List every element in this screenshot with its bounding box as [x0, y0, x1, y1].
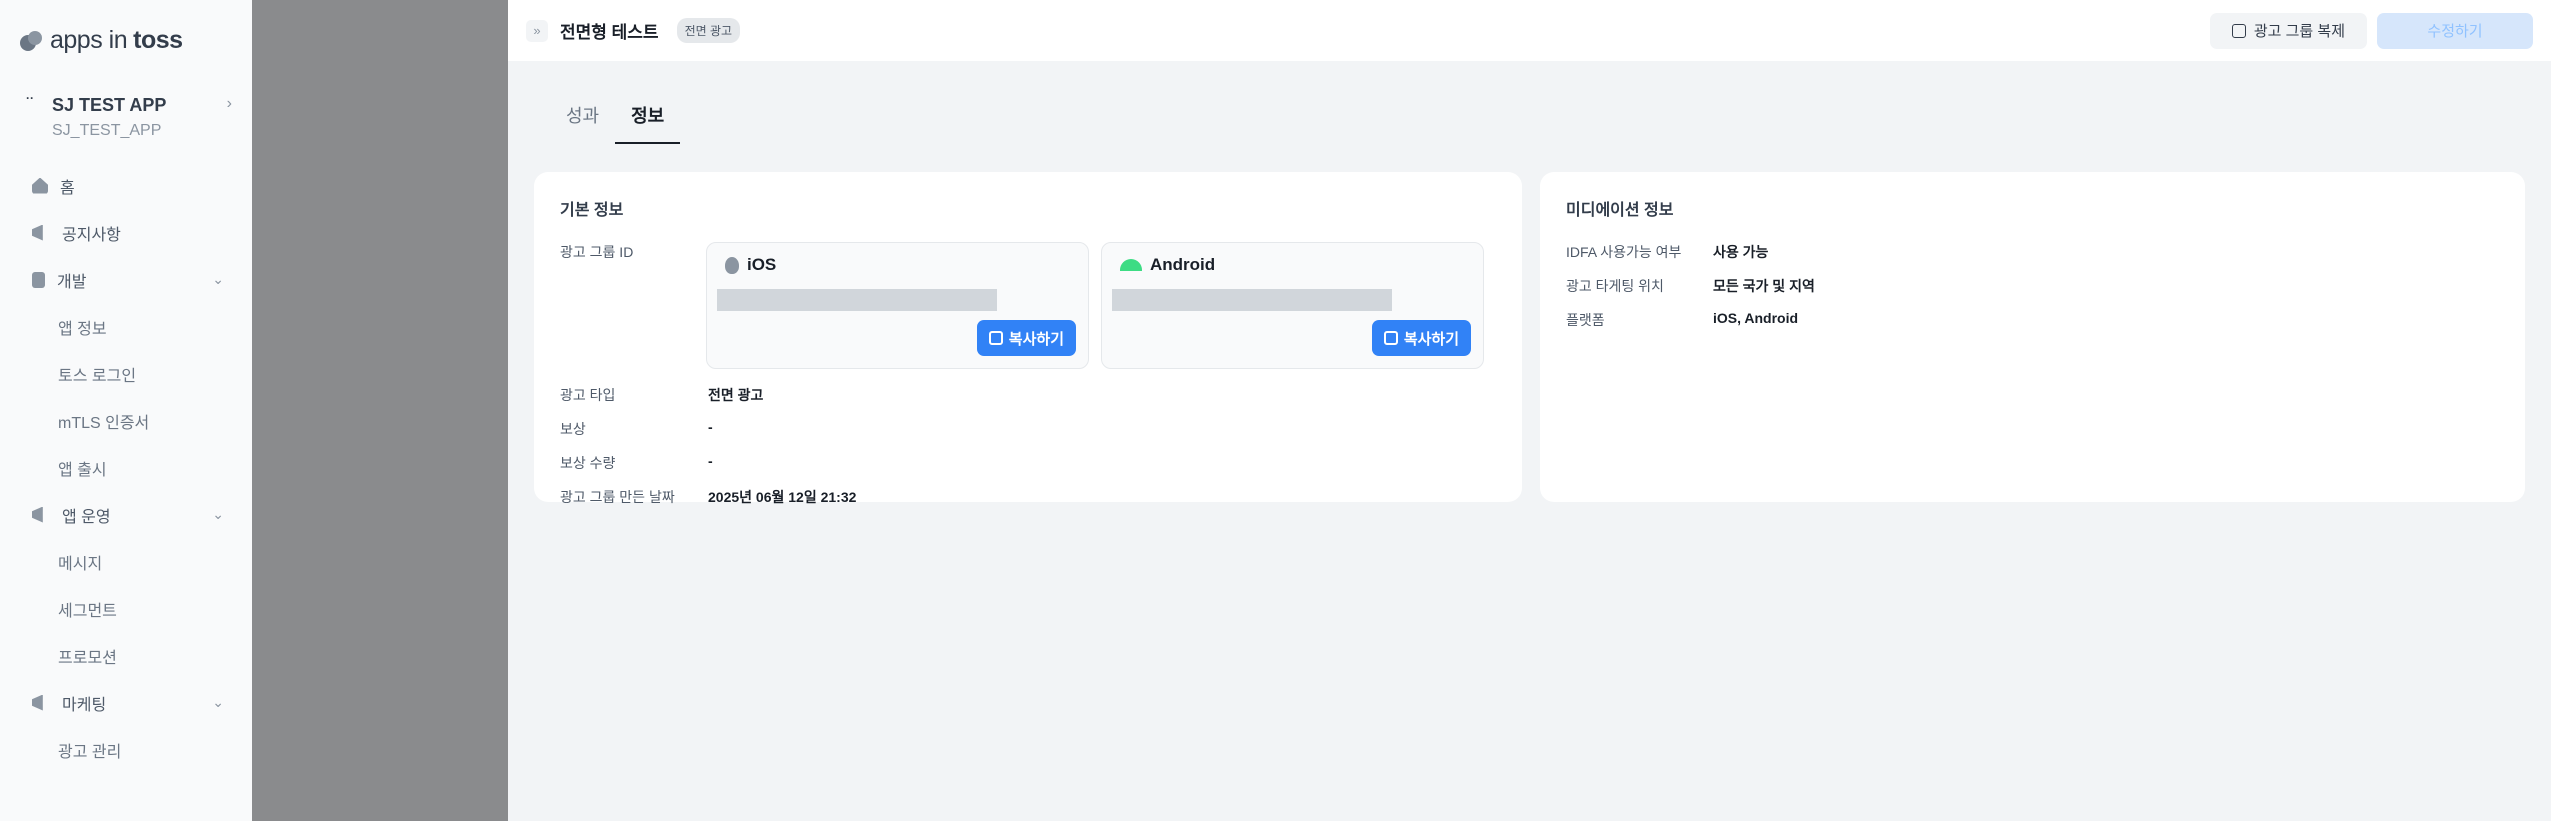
- logo-text-light: apps in: [50, 26, 128, 54]
- duplicate-ad-group-button[interactable]: 광고 그룹 복제: [2209, 12, 2367, 49]
- chevron-right-icon: ›: [226, 95, 232, 112]
- sidebar-item-label: 마케팅: [62, 696, 107, 714]
- sidebar-item-label: 공지사항: [62, 226, 121, 244]
- info-value: iOS, Android: [1713, 310, 1799, 326]
- info-key: 광고 타입: [560, 387, 616, 403]
- tab-performance[interactable]: 성과: [550, 92, 615, 144]
- tab-info[interactable]: 정보: [615, 92, 681, 144]
- platform-name: iOS: [746, 255, 777, 274]
- duplicate-ad-group-label: 광고 그룹 복제: [2253, 23, 2345, 40]
- info-row: 보상 수량 -: [560, 453, 1496, 473]
- info-key: 보상 수량: [560, 455, 616, 471]
- info-value: 사용 가능: [1713, 244, 1769, 260]
- apple-icon: [724, 256, 739, 274]
- megaphone-icon: [32, 224, 43, 241]
- info-row: 플랫폼 iOS, Android: [1566, 310, 2499, 330]
- sidebar-item-segment[interactable]: 세그먼트: [20, 585, 232, 632]
- logo[interactable]: apps in toss: [20, 26, 232, 55]
- copy-icon: [988, 331, 1003, 345]
- sidebar-item-mtls[interactable]: mTLS 인증서: [20, 397, 232, 444]
- masked-id-value: [1112, 289, 1392, 311]
- copy-icon: [1383, 331, 1398, 345]
- mediation-info-card: 미디에이션 정보 IDFA 사용가능 여부 사용 가능 광고 타게팅 위치 모든…: [1540, 172, 2525, 502]
- copy-icon: [2231, 23, 2246, 38]
- sidebar-item-message[interactable]: 메시지: [20, 538, 232, 585]
- sidebar-item-label: 홈: [60, 179, 75, 197]
- sidebar-item-toss-login[interactable]: 토스 로그인: [20, 350, 232, 397]
- info-key: 광고 그룹 만든 날짜: [560, 489, 675, 505]
- sidebar-item-operation[interactable]: 앱 운영 ⌄: [20, 491, 232, 538]
- logo-text-bold: toss: [133, 26, 183, 54]
- app-id: SJ_TEST_APP: [52, 122, 162, 139]
- ad-type-badge: 전면 광고: [676, 18, 741, 43]
- copy-label: 복사하기: [1403, 330, 1460, 348]
- logo-icon: [20, 30, 44, 51]
- basic-info-title: 기본 정보: [560, 202, 624, 219]
- info-row: 광고 타입 전면 광고: [560, 385, 1496, 405]
- sidebar-item-app-info[interactable]: 앱 정보: [20, 303, 232, 350]
- sidebar-item-marketing[interactable]: 마케팅 ⌄: [20, 679, 232, 726]
- info-key: IDFA 사용가능 여부: [1566, 244, 1682, 260]
- info-value: 전면 광고: [708, 387, 764, 403]
- modal-backdrop[interactable]: [252, 0, 508, 821]
- sidebar-item-home[interactable]: 홈: [20, 162, 232, 209]
- info-row: 보상 -: [560, 419, 1496, 439]
- sidebar-item-dev[interactable]: 개발 ⌄: [20, 256, 232, 303]
- tab-bar: 성과 정보: [508, 92, 2551, 144]
- sidebar-item-ad-manage[interactable]: 광고 관리: [20, 726, 232, 773]
- info-row: 광고 그룹 만든 날짜 2025년 06월 12일 21:32: [560, 487, 1496, 507]
- masked-id-value: [716, 289, 997, 311]
- page-title: 전면형 테스트: [560, 23, 659, 42]
- detail-panel: » 전면형 테스트 전면 광고 광고 그룹 복제 수정하기 성과 정보 기본 정…: [508, 0, 2551, 821]
- copy-label: 복사하기: [1008, 330, 1064, 348]
- sidebar: apps in toss SJ TEST APP SJ_TEST_APP › 홈…: [0, 0, 252, 821]
- mediation-info-title: 미디에이션 정보: [1566, 202, 1674, 219]
- info-value: -: [708, 419, 713, 435]
- android-id-box: Android 복사하기: [1101, 242, 1485, 369]
- panel-header: » 전면형 테스트 전면 광고 광고 그룹 복제 수정하기: [508, 0, 2551, 62]
- basic-info-card: 기본 정보 광고 그룹 ID iOS 복사하기 Android 복사하기 광고 …: [534, 172, 1522, 505]
- info-value: 모든 국가 및 지역: [1713, 278, 1815, 294]
- info-key: 플랫폼: [1566, 312, 1605, 328]
- android-icon: [1120, 259, 1142, 271]
- home-icon: [32, 177, 48, 194]
- megaphone-icon: [32, 506, 43, 523]
- info-key: 광고 타게팅 위치: [1566, 278, 1664, 294]
- sidebar-item-app-release[interactable]: 앱 출시: [20, 444, 232, 491]
- sidebar-item-promotion[interactable]: 프로모션: [20, 632, 232, 679]
- info-row: 광고 타게팅 위치 모든 국가 및 지역: [1566, 276, 2499, 296]
- sidebar-item-label: 개발: [57, 273, 87, 291]
- app-switcher[interactable]: SJ TEST APP SJ_TEST_APP ›: [20, 91, 232, 140]
- sidebar-item-notice[interactable]: 공지사항: [20, 209, 232, 256]
- document-icon: [32, 271, 45, 288]
- chevron-down-icon: ⌄: [212, 694, 224, 710]
- copy-ios-id-button[interactable]: 복사하기: [976, 320, 1076, 356]
- info-row: IDFA 사용가능 여부 사용 가능: [1566, 242, 2499, 262]
- info-key: 보상: [560, 421, 586, 437]
- copy-android-id-button[interactable]: 복사하기: [1371, 320, 1472, 356]
- info-value: 2025년 06월 12일 21:32: [708, 489, 857, 505]
- app-name: SJ TEST APP: [20, 91, 166, 116]
- chevron-down-icon: ⌄: [212, 271, 224, 287]
- ad-group-id-label: 광고 그룹 ID: [560, 244, 634, 260]
- chevron-down-icon: ⌄: [212, 506, 224, 522]
- sidebar-item-label: 앱 운영: [62, 508, 111, 526]
- platform-name: Android: [1150, 255, 1216, 274]
- edit-button[interactable]: 수정하기: [2377, 12, 2533, 49]
- ios-id-box: iOS 복사하기: [705, 242, 1089, 369]
- megaphone-icon: [32, 694, 43, 711]
- info-value: -: [708, 453, 713, 469]
- collapse-panel-icon[interactable]: »: [526, 19, 548, 42]
